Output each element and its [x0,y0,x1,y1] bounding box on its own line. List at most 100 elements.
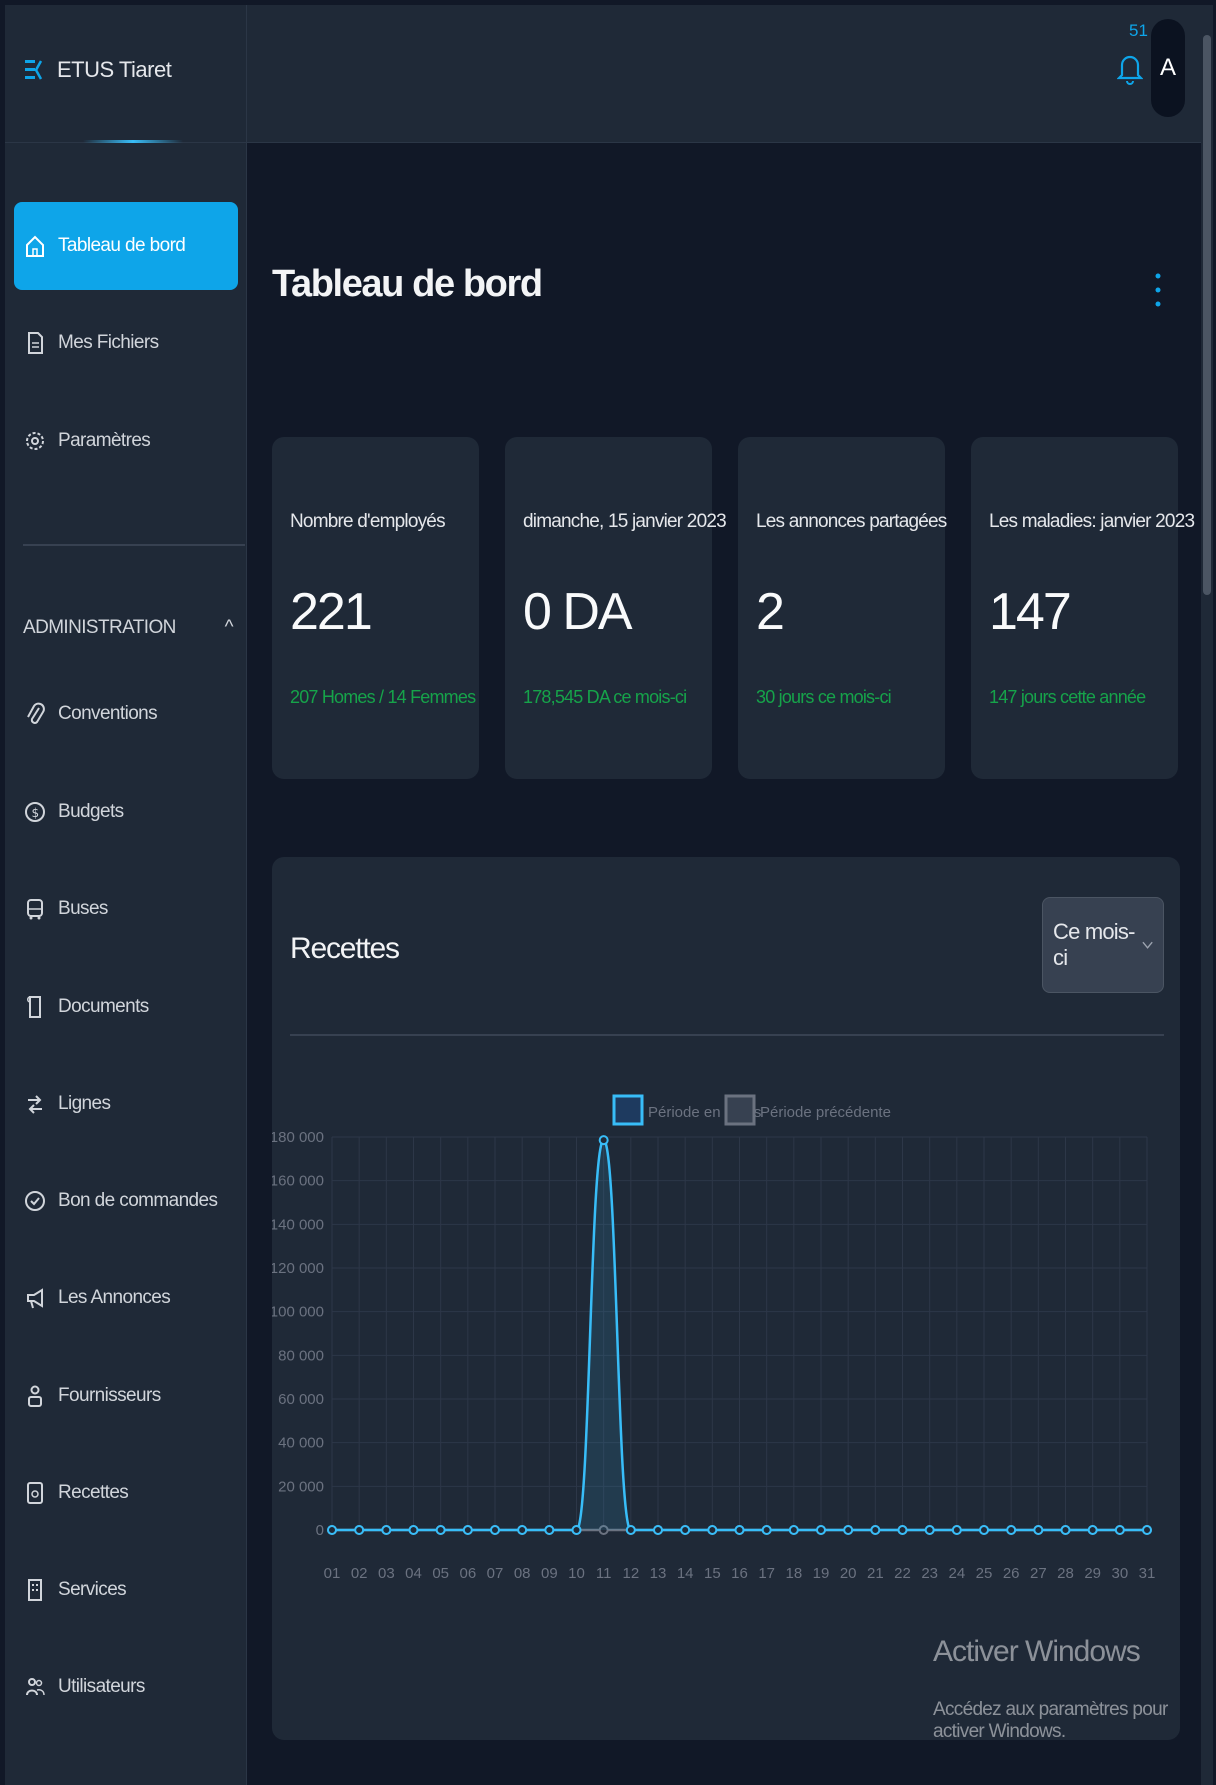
sidebar-item-les-annonces[interactable]: Les Annonces [14,1254,238,1342]
data-point [598,1135,609,1146]
sidebar-item-label: Utilisateurs [58,1676,145,1697]
sidebar-item-parametres[interactable]: Paramètres [14,397,238,485]
x-tick-label: 13 [650,1565,667,1582]
data-point [1142,1525,1152,1535]
sidebar-item-mes-fichiers[interactable]: Mes Fichiers [14,299,238,387]
panel-title: Recettes [290,932,400,965]
x-tick-label: 20 [840,1565,857,1582]
x-tick-label: 16 [731,1565,748,1582]
home-icon [26,235,44,257]
data-point [435,1525,446,1535]
data-point [544,1525,555,1535]
bell-icon[interactable] [1117,45,1143,87]
windows-watermark-title: Activer Windows [933,1635,1141,1668]
sidebar-item-label: Documents [58,996,149,1017]
data-point [517,1525,528,1535]
x-tick-label: 10 [568,1565,585,1582]
x-tick-label: 26 [1003,1565,1020,1582]
bus-icon [27,899,43,920]
section-administration[interactable]: ADMINISTRATION ^ [23,617,234,639]
x-tick-label: 27 [1030,1565,1047,1582]
sidebar-item-buses[interactable]: Buses [14,865,238,953]
x-tick-label: 09 [541,1565,558,1582]
x-tick-label: 23 [921,1565,938,1582]
x-tick-label: 14 [677,1565,694,1582]
sidebar-item-label: Budgets [58,801,124,822]
sidebar-item-label: Paramètres [58,430,151,451]
more-options-icon[interactable] [1155,270,1161,310]
card-label: dimanche, 15 janvier 2023 [523,511,727,532]
data-point [707,1525,718,1535]
x-tick-label: 11 [596,1565,612,1582]
building-icon [28,1579,42,1601]
panel-divider [290,1034,1164,1036]
chevron-down-icon [1142,941,1153,949]
data-point [571,1525,582,1535]
data-point [897,1525,908,1535]
y-tick-label: 0 [316,1522,324,1539]
notification-count: 51 [1129,21,1148,40]
legend-swatch [724,1094,756,1126]
sidebar-item-conventions[interactable]: Conventions [14,670,238,758]
x-tick-label: 12 [622,1565,639,1582]
sidebar-item-utilisateurs[interactable]: Utilisateurs [14,1643,238,1731]
data-point [734,1525,745,1535]
x-tick-label: 29 [1084,1565,1101,1582]
menu-toggle-icon[interactable] [23,53,43,87]
top-bar: 51 A [247,5,1202,143]
card-label: Les annonces partagées [756,511,947,532]
data-point [462,1525,473,1535]
period-select[interactable]: Ce mois-ci [1042,897,1164,993]
document-icon [27,996,41,1018]
x-tick-label: 25 [976,1565,993,1582]
recettes-chart: 0 20 000 40 000 60 000 80 000 100 000 120 000 1… [272,1094,1156,1582]
x-tick-label: 15 [704,1565,721,1582]
card-value: 147 [989,583,1072,641]
sidebar-item-tableau-de-bord[interactable]: Tableau de bord [14,202,238,290]
sidebar-item-recettes[interactable]: Recettes [14,1449,238,1537]
sidebar-item-bon-de-commandes[interactable]: Bon de commandes [14,1157,238,1245]
sidebar-item-services[interactable]: Services [14,1546,238,1634]
x-tick-label: 31 [1139,1565,1156,1582]
sidebar-item-lignes[interactable]: Lignes [14,1060,238,1148]
x-tick-label: 21 [867,1565,884,1582]
data-point [327,1525,337,1535]
avatar[interactable]: A [1151,19,1185,117]
check-circle-icon [25,1191,45,1211]
sidebar-item-label: Mes Fichiers [58,332,159,353]
sidebar-item-label: Services [58,1579,127,1600]
data-point [408,1525,419,1535]
chevron-up-icon: ^ [224,617,234,638]
legend-label: Période précédente [760,1104,891,1121]
data-point [625,1525,636,1535]
y-tick-label: 140 000 [272,1216,324,1233]
sidebar-item-label: Tableau de bord [58,235,186,256]
sidebar-item-label: Fournisseurs [58,1385,161,1406]
x-tick-label: 08 [514,1565,531,1582]
file-icon [28,332,43,354]
data-point [979,1525,989,1535]
sidebar-item-label: Bon de commandes [58,1190,218,1211]
app-title: ETUS Tiaret [57,57,172,82]
sidebar-item-documents[interactable]: Documents [14,963,238,1051]
data-point [1033,1525,1044,1535]
sidebar-item-budgets[interactable]: $ Budgets [14,768,238,856]
card-label: Les maladies: janvier 2023 [989,511,1195,532]
sidebar-item-label: Conventions [58,703,158,724]
card-value: 2 [756,583,785,641]
legend-swatch [612,1094,644,1126]
receipt-icon [27,1482,43,1504]
megaphone-icon [27,1288,43,1309]
data-point [761,1525,772,1535]
x-tick-label: 04 [405,1565,422,1582]
data-point [1006,1525,1017,1535]
card-sub: 30 jours ce mois-ci [756,687,892,707]
x-tick-label: 01 [324,1565,341,1582]
gear-icon [26,432,44,450]
x-tick-label: 02 [351,1565,368,1582]
x-tick-label: 05 [432,1565,449,1582]
sidebar-item-fournisseurs[interactable]: Fournisseurs [14,1352,238,1440]
scrollbar[interactable] [1201,5,1213,1785]
sidebar-divider [23,544,245,546]
scroll-thumb[interactable] [1203,35,1211,595]
